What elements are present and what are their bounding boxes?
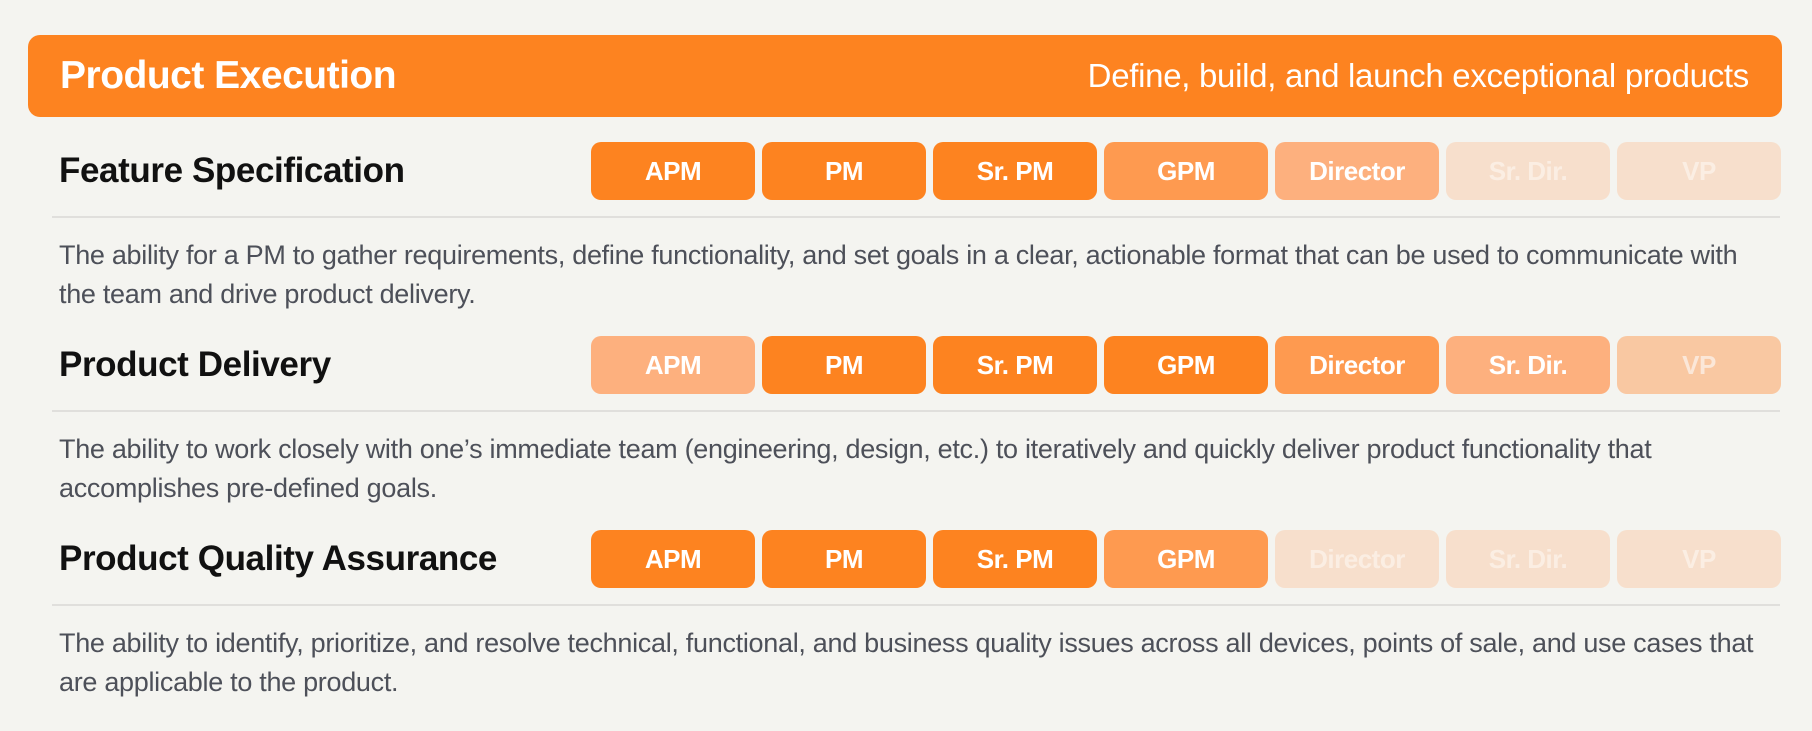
divider [52,410,1780,412]
divider [52,604,1780,606]
role-badge-sr-dir: Sr. Dir. [1446,142,1610,200]
role-badge-apm: APM [591,336,755,394]
role-badge-gpm: GPM [1104,142,1268,200]
role-level-badges: APM PM Sr. PM GPM Director Sr. Dir. VP [591,142,1781,200]
skill-description: The ability for a PM to gather requireme… [59,240,1738,309]
role-badge-vp: VP [1617,530,1781,588]
skill-title: Feature Specification [59,151,405,190]
role-badge-pm: PM [762,142,926,200]
role-level-badges: APM PM Sr. PM GPM Director Sr. Dir. VP [591,336,1781,394]
role-badge-vp: VP [1617,336,1781,394]
role-badge-apm: APM [591,142,755,200]
role-level-badges: APM PM Sr. PM GPM Director Sr. Dir. VP [591,530,1781,588]
role-badge-pm: PM [762,336,926,394]
role-badge-sr-pm: Sr. PM [933,530,1097,588]
role-badge-apm: APM [591,530,755,588]
divider [52,216,1780,218]
skill-description: The ability to identify, prioritize, and… [59,628,1754,697]
skill-title: Product Delivery [59,345,331,384]
role-badge-sr-dir: Sr. Dir. [1446,336,1610,394]
section-tagline: Define, build, and launch exceptional pr… [1087,57,1750,94]
role-badge-pm: PM [762,530,926,588]
role-badge-gpm: GPM [1104,530,1268,588]
role-badge-director: Director [1275,142,1439,200]
skill-description: The ability to work closely with one’s i… [59,434,1652,503]
role-badge-director: Director [1275,336,1439,394]
role-badge-vp: VP [1617,142,1781,200]
role-badge-sr-dir: Sr. Dir. [1446,530,1610,588]
role-badge-gpm: GPM [1104,336,1268,394]
role-badge-director: Director [1275,530,1439,588]
role-badge-sr-pm: Sr. PM [933,142,1097,200]
section-title: Product Execution [60,54,397,97]
section-header: Product Execution Define, build, and lau… [28,35,1782,117]
role-badge-sr-pm: Sr. PM [933,336,1097,394]
skill-title: Product Quality Assurance [59,539,497,578]
